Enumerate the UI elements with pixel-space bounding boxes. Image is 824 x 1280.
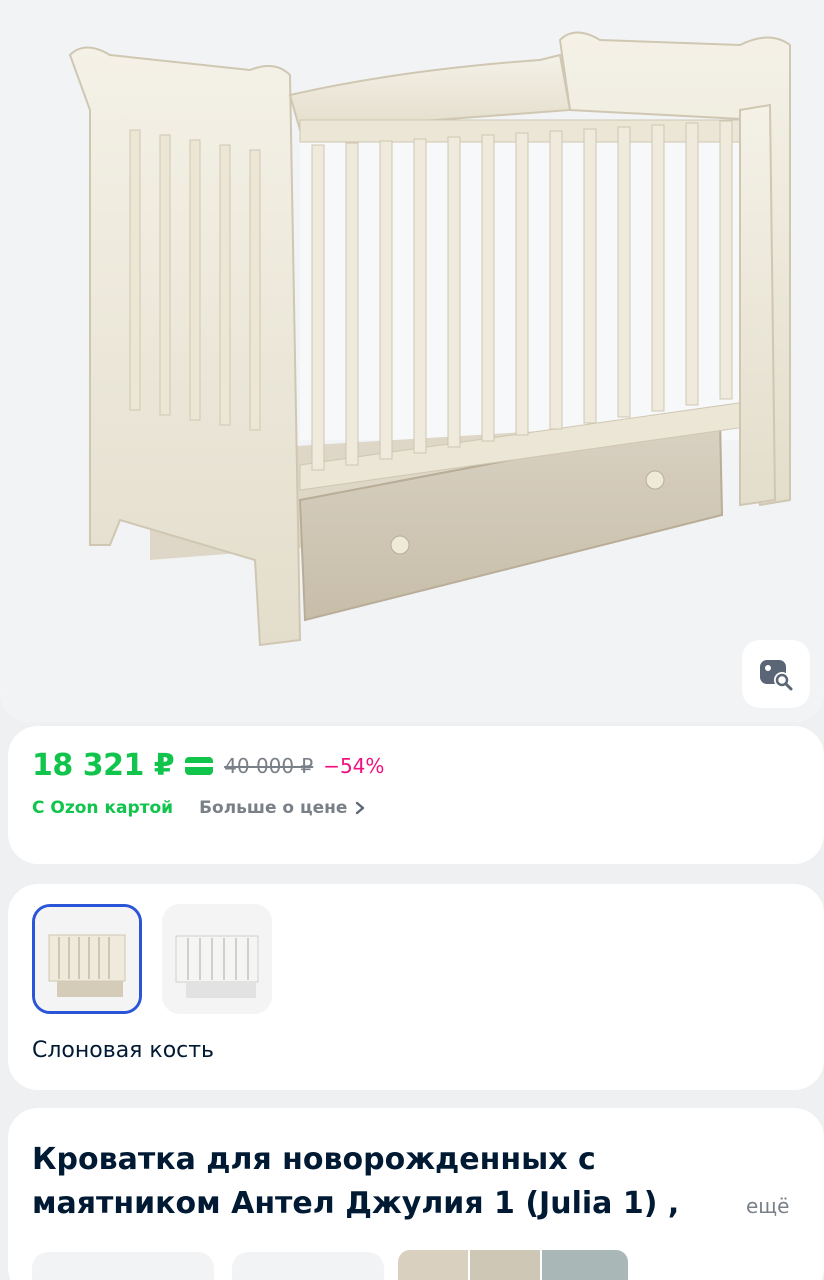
price-with-card: 18 321 ₽ bbox=[32, 748, 175, 783]
reviews-chip[interactable] bbox=[232, 1252, 384, 1280]
variant-swatch-white[interactable] bbox=[162, 904, 272, 1014]
product-title: Кроватка для новорожденных с маятником А… bbox=[32, 1142, 680, 1221]
more-about-price-link[interactable]: Больше о цене bbox=[199, 798, 365, 818]
ozon-card-label: С Ozon картой bbox=[32, 798, 174, 818]
variant-swatch-selected[interactable] bbox=[32, 904, 142, 1014]
ozon-card-icon bbox=[185, 756, 214, 775]
variant-thumbnail-image bbox=[162, 904, 272, 1014]
review-photo-thumbnails bbox=[398, 1250, 628, 1280]
more-about-price-label: Больше о цене bbox=[199, 798, 348, 818]
rating-chip[interactable] bbox=[32, 1252, 214, 1280]
discount-badge: −54% bbox=[323, 753, 385, 778]
chevron-right-icon bbox=[356, 801, 365, 815]
title-more-link[interactable]: ещё bbox=[746, 1194, 789, 1218]
product-photo-crib[interactable] bbox=[0, 0, 824, 722]
price-old: 40 000 ₽ bbox=[224, 753, 314, 778]
price-card: 18 321 ₽ 40 000 ₽ −54% С Ozon картой Бол… bbox=[8, 726, 824, 864]
product-title-card: Кроватка для новорожденных с маятником А… bbox=[8, 1108, 824, 1280]
price-subline: С Ozon картой Больше о цене bbox=[32, 798, 365, 818]
variant-thumbnail-image bbox=[35, 907, 139, 1011]
selected-variant-name: Слоновая кость bbox=[32, 1038, 215, 1063]
image-search-icon bbox=[760, 660, 793, 691]
color-variants-card: Слоновая кость bbox=[8, 884, 824, 1090]
product-image-gallery[interactable] bbox=[0, 0, 824, 722]
review-photos-strip[interactable] bbox=[398, 1250, 628, 1280]
price-row: 18 321 ₽ 40 000 ₽ −54% bbox=[32, 748, 384, 783]
image-search-button[interactable] bbox=[742, 640, 810, 708]
